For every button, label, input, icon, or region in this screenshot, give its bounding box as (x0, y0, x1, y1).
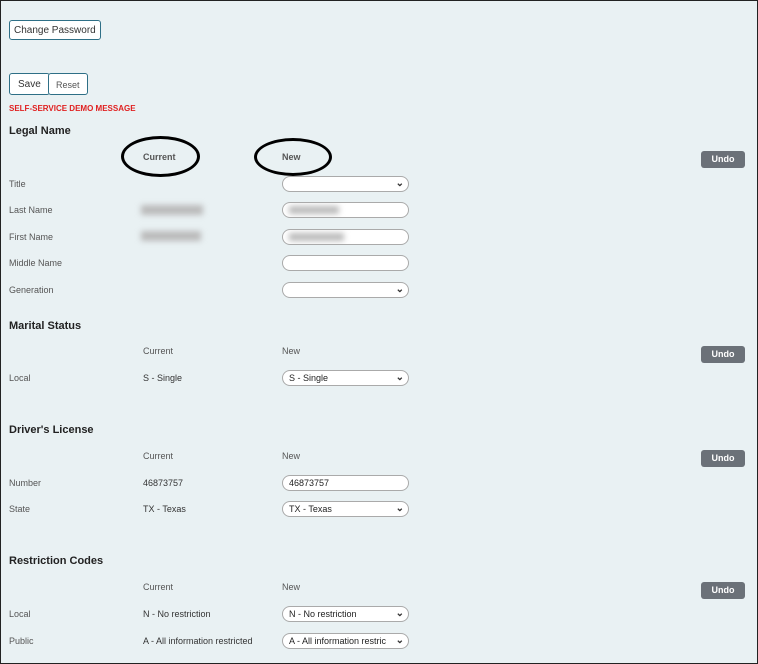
annotation-circle (254, 138, 332, 176)
save-button[interactable]: Save (9, 73, 50, 95)
undo-button[interactable]: Undo (701, 450, 745, 467)
label-last-name: Last Name (9, 205, 53, 215)
column-new: New (282, 582, 301, 592)
title-select[interactable]: ⌄ (282, 176, 409, 192)
reset-button[interactable]: Reset (48, 73, 88, 95)
column-current: Current (143, 582, 174, 592)
chevron-down-icon: ⌄ (395, 178, 404, 189)
last-name-input[interactable] (282, 202, 409, 218)
section-title-restriction-codes: Restriction Codes (9, 555, 104, 567)
license-number-input[interactable]: 46873757 (282, 475, 409, 491)
annotation-circle (121, 136, 200, 177)
public-restriction-select[interactable]: A - All information restric ⌄ (282, 633, 409, 649)
current-marital-status: S - Single (143, 373, 183, 383)
license-state-select[interactable]: TX - Texas ⌄ (282, 501, 409, 517)
label-middle-name: Middle Name (9, 258, 63, 268)
section-title-marital-status: Marital Status (9, 320, 82, 332)
current-local-restriction: N - No restriction (143, 609, 211, 619)
undo-button[interactable]: Undo (701, 346, 745, 363)
label-generation: Generation (9, 285, 54, 295)
page: Change Password Save Reset SELF-SERVICE … (0, 0, 758, 664)
label-first-name: First Name (9, 232, 54, 242)
demo-message: SELF-SERVICE DEMO MESSAGE (9, 104, 136, 113)
label-number: Number (9, 478, 42, 488)
column-current: Current (143, 346, 174, 356)
current-license-state: TX - Texas (143, 504, 186, 514)
first-name-input[interactable] (282, 229, 409, 245)
section-title-legal-name: Legal Name (9, 125, 71, 137)
label-state: State (9, 504, 31, 514)
undo-button[interactable]: Undo (701, 151, 745, 168)
chevron-down-icon: ⌄ (395, 635, 404, 646)
blurred-current-last-name (141, 205, 203, 215)
section-title-drivers-license: Driver's License (9, 424, 94, 436)
label-title: Title (9, 179, 26, 189)
label-local: Local (9, 609, 31, 619)
chevron-down-icon: ⌄ (395, 608, 404, 619)
column-new: New (282, 346, 301, 356)
chevron-down-icon: ⌄ (395, 372, 404, 383)
marital-status-select[interactable]: S - Single ⌄ (282, 370, 409, 386)
current-public-restriction: A - All information restricted (143, 636, 253, 646)
change-password-button[interactable]: Change Password (9, 20, 101, 40)
chevron-down-icon: ⌄ (395, 284, 404, 295)
column-new: New (282, 451, 301, 461)
undo-button[interactable]: Undo (701, 582, 745, 599)
middle-name-input[interactable] (282, 255, 409, 271)
blurred-value (289, 233, 344, 241)
chevron-down-icon: ⌄ (395, 503, 404, 514)
blurred-value (289, 206, 339, 214)
label-public: Public (9, 636, 34, 646)
current-license-number: 46873757 (143, 478, 184, 488)
blurred-current-first-name (141, 231, 201, 241)
label-local: Local (9, 373, 31, 383)
generation-select[interactable]: ⌄ (282, 282, 409, 298)
column-current: Current (143, 451, 174, 461)
local-restriction-select[interactable]: N - No restriction ⌄ (282, 606, 409, 622)
